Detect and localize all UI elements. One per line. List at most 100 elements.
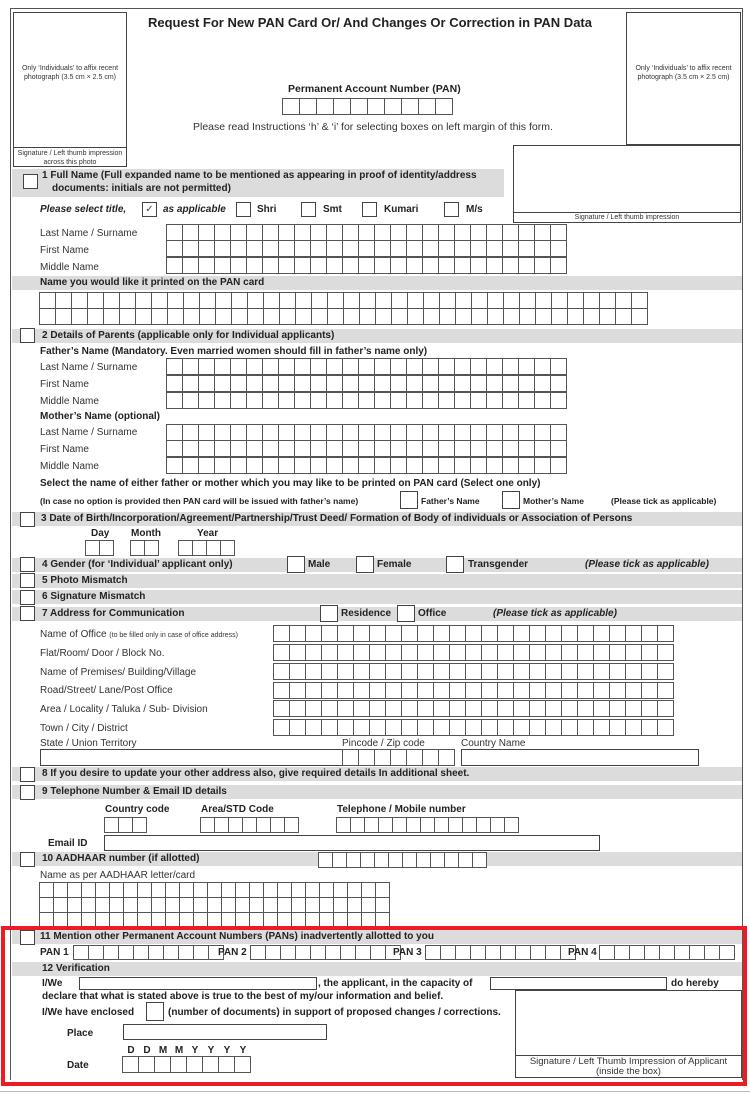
grid-cell[interactable] <box>295 308 312 325</box>
grid-cell[interactable] <box>215 308 232 325</box>
grid-cell[interactable] <box>321 625 338 642</box>
grid-cell[interactable] <box>641 625 658 642</box>
grid-cell[interactable] <box>430 852 445 868</box>
grid-cell[interactable] <box>359 292 376 309</box>
grid-cell[interactable] <box>422 358 439 375</box>
grid-cell[interactable] <box>179 897 194 913</box>
grid-cell[interactable] <box>599 292 616 309</box>
grid-cell[interactable] <box>438 749 455 766</box>
grid-cell[interactable] <box>481 644 498 661</box>
grid-cell[interactable] <box>406 457 423 474</box>
grid-cell[interactable] <box>289 682 306 699</box>
grid-cell[interactable] <box>471 308 488 325</box>
grid-cell[interactable] <box>249 897 264 913</box>
grid-cell[interactable] <box>282 98 300 115</box>
grid-cell[interactable] <box>454 457 471 474</box>
grid-cell[interactable] <box>385 625 402 642</box>
grid-cell[interactable] <box>433 644 450 661</box>
grid-cell[interactable] <box>215 292 232 309</box>
grid-cell[interactable] <box>375 292 392 309</box>
grid-cell[interactable] <box>433 719 450 736</box>
grid-cell[interactable] <box>358 424 375 441</box>
grid-cell[interactable] <box>326 392 343 409</box>
grid-cell[interactable] <box>465 700 482 717</box>
grid-cell[interactable] <box>214 375 231 392</box>
grid-cell[interactable] <box>438 358 455 375</box>
grid-cell[interactable] <box>529 719 546 736</box>
section-7-checkbox[interactable] <box>20 606 35 621</box>
grid-cell[interactable] <box>319 882 334 898</box>
grid-cell[interactable] <box>294 358 311 375</box>
grid-cell[interactable] <box>458 852 473 868</box>
grid-cell[interactable] <box>388 852 403 868</box>
grid-cell[interactable] <box>401 700 418 717</box>
grid-cell[interactable] <box>593 625 610 642</box>
grid-cell[interactable] <box>318 852 333 868</box>
father-last-name-grid[interactable] <box>166 358 567 375</box>
grid-cell[interactable] <box>390 257 407 274</box>
mother-middle-name-grid[interactable] <box>166 457 567 474</box>
grid-cell[interactable] <box>550 257 567 274</box>
grid-cell[interactable] <box>561 663 578 680</box>
grid-cell[interactable] <box>519 308 536 325</box>
pincode-grid[interactable] <box>342 749 455 766</box>
grid-cell[interactable] <box>327 292 344 309</box>
gender-male-checkbox[interactable] <box>287 556 305 573</box>
grid-cell[interactable] <box>406 817 421 833</box>
grid-cell[interactable] <box>198 440 215 457</box>
grid-cell[interactable] <box>118 817 133 833</box>
grid-cell[interactable] <box>165 882 180 898</box>
grid-cell[interactable] <box>294 375 311 392</box>
grid-cell[interactable] <box>615 308 632 325</box>
grid-cell[interactable] <box>417 625 434 642</box>
grid-cell[interactable] <box>310 457 327 474</box>
grid-cell[interactable] <box>401 625 418 642</box>
grid-cell[interactable] <box>123 897 138 913</box>
grid-cell[interactable] <box>631 308 648 325</box>
grid-cell[interactable] <box>262 424 279 441</box>
father-middle-name-grid[interactable] <box>166 392 567 409</box>
section-9-checkbox[interactable] <box>20 785 35 800</box>
town-grid[interactable] <box>273 719 674 736</box>
grid-cell[interactable] <box>182 392 199 409</box>
grid-cell[interactable] <box>518 257 535 274</box>
grid-cell[interactable] <box>214 424 231 441</box>
grid-cell[interactable] <box>109 882 124 898</box>
grid-cell[interactable] <box>326 224 343 241</box>
grid-cell[interactable] <box>178 540 193 556</box>
grid-cell[interactable] <box>310 257 327 274</box>
grid-cell[interactable] <box>406 749 423 766</box>
grid-cell[interactable] <box>416 852 431 868</box>
grid-cell[interactable] <box>374 392 391 409</box>
grid-cell[interactable] <box>273 719 290 736</box>
grid-cell[interactable] <box>326 440 343 457</box>
grid-cell[interactable] <box>262 240 279 257</box>
grid-cell[interactable] <box>390 240 407 257</box>
grid-cell[interactable] <box>242 817 257 833</box>
grid-cell[interactable] <box>55 308 72 325</box>
grid-cell[interactable] <box>529 682 546 699</box>
father-first-name-grid[interactable] <box>166 375 567 392</box>
grid-cell[interactable] <box>231 292 248 309</box>
grid-cell[interactable] <box>550 240 567 257</box>
grid-cell[interactable] <box>305 700 322 717</box>
grid-cell[interactable] <box>246 257 263 274</box>
grid-cell[interactable] <box>418 98 436 115</box>
grid-cell[interactable] <box>167 308 184 325</box>
grid-cell[interactable] <box>406 240 423 257</box>
grid-cell[interactable] <box>246 424 263 441</box>
grid-cell[interactable] <box>550 457 567 474</box>
grid-cell[interactable] <box>270 817 285 833</box>
grid-cell[interactable] <box>326 240 343 257</box>
grid-cell[interactable] <box>609 663 626 680</box>
grid-cell[interactable] <box>358 358 375 375</box>
grid-cell[interactable] <box>230 224 247 241</box>
grid-cell[interactable] <box>246 224 263 241</box>
grid-cell[interactable] <box>406 424 423 441</box>
grid-cell[interactable] <box>262 440 279 457</box>
grid-cell[interactable] <box>406 224 423 241</box>
grid-cell[interactable] <box>198 240 215 257</box>
grid-cell[interactable] <box>166 240 183 257</box>
grid-cell[interactable] <box>199 292 216 309</box>
grid-cell[interactable] <box>230 240 247 257</box>
